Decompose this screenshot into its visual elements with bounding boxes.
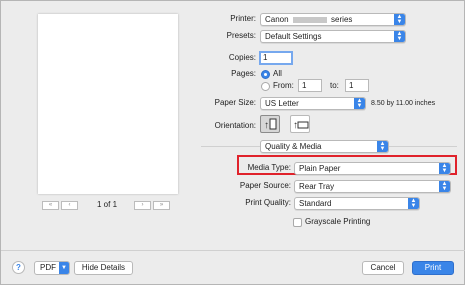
help-button[interactable]: ? xyxy=(12,261,25,274)
paper-source-popup[interactable]: Rear Tray ▲ ▼ xyxy=(294,180,451,193)
pages-all-label: All xyxy=(273,69,282,78)
presets-value: Default Settings xyxy=(265,32,322,41)
svg-text:↑: ↑ xyxy=(293,120,298,131)
media-type-value: Plain Paper xyxy=(299,164,341,173)
pages-to-field[interactable]: 1 xyxy=(345,79,369,92)
media-type-label: Media Type: xyxy=(247,163,291,172)
popup-arrows-icon: ▲ ▼ xyxy=(394,31,405,42)
panel-popup[interactable]: Quality & Media ▲ ▼ xyxy=(260,140,389,153)
paper-size-dimensions: 8.50 by 11.00 inches xyxy=(371,100,436,107)
pages-from-field[interactable]: 1 xyxy=(298,79,322,92)
footer-divider xyxy=(1,250,465,251)
paper-source-value: Rear Tray xyxy=(299,182,335,191)
popup-arrows-icon: ▲ ▼ xyxy=(354,98,365,109)
popup-arrows-icon: ▲ ▼ xyxy=(394,14,405,25)
first-page-button[interactable]: « xyxy=(42,201,59,210)
page-indicator: 1 of 1 xyxy=(97,200,118,209)
paper-size-popup[interactable]: US Letter ▲ ▼ xyxy=(260,97,366,110)
pdf-menu-button[interactable]: PDF ▼ xyxy=(34,261,70,275)
printer-label: Printer: xyxy=(230,14,256,23)
pages-to-label: to: xyxy=(330,81,339,90)
print-quality-value: Standard xyxy=(299,199,332,208)
next-page-button[interactable]: › xyxy=(134,201,151,210)
portrait-orientation-icon: ↑ xyxy=(264,118,277,131)
pdf-label: PDF xyxy=(40,263,56,272)
printer-name-redacted xyxy=(292,16,327,23)
panel-value: Quality & Media xyxy=(265,142,322,151)
pages-all-radio[interactable] xyxy=(261,70,270,79)
media-type-popup[interactable]: Plain Paper ▲ ▼ xyxy=(294,162,451,175)
last-page-button[interactable]: » xyxy=(153,201,170,210)
print-button[interactable]: Print xyxy=(412,261,454,275)
previous-page-button[interactable]: ‹ xyxy=(61,201,78,210)
pdf-chevron-down-icon: ▼ xyxy=(59,262,69,274)
hide-details-button[interactable]: Hide Details xyxy=(74,261,133,275)
pages-from-label: From: xyxy=(273,81,294,90)
grayscale-checkbox[interactable] xyxy=(293,218,302,227)
orientation-landscape-button[interactable]: ↑ xyxy=(290,115,310,133)
pages-label: Pages: xyxy=(231,69,256,78)
copies-label: Copies: xyxy=(228,53,256,62)
grayscale-label: Grayscale Printing xyxy=(305,217,371,226)
paper-size-label: Paper Size: xyxy=(214,98,256,107)
print-quality-popup[interactable]: Standard ▲ ▼ xyxy=(294,197,420,210)
cancel-button[interactable]: Cancel xyxy=(362,261,404,275)
copies-field[interactable]: 1 xyxy=(259,51,293,65)
pages-from-radio[interactable] xyxy=(261,82,270,91)
printer-popup[interactable]: Canon series ▲ ▼ xyxy=(260,13,406,26)
orientation-portrait-button[interactable]: ↑ xyxy=(260,115,280,133)
print-quality-label: Print Quality: xyxy=(245,198,291,207)
paper-source-label: Paper Source: xyxy=(239,181,291,190)
presets-label: Presets: xyxy=(226,31,256,40)
landscape-orientation-icon: ↑ xyxy=(293,120,309,131)
page-preview xyxy=(38,14,178,194)
printer-value-prefix: Canon xyxy=(265,15,289,24)
popup-arrows-icon: ▲ ▼ xyxy=(439,181,450,192)
printer-value-suffix: series xyxy=(331,15,353,24)
svg-text:↑: ↑ xyxy=(264,120,269,131)
orientation-label: Orientation: xyxy=(214,121,256,130)
popup-arrows-icon: ▲ ▼ xyxy=(408,198,419,209)
popup-arrows-icon: ▲ ▼ xyxy=(377,141,388,152)
print-dialog: « ‹ 1 of 1 › » Printer: Canon series ▲ ▼ … xyxy=(0,0,465,285)
popup-arrows-icon: ▲ ▼ xyxy=(439,163,450,174)
presets-popup[interactable]: Default Settings ▲ ▼ xyxy=(260,30,406,43)
paper-size-value: US Letter xyxy=(265,99,299,108)
